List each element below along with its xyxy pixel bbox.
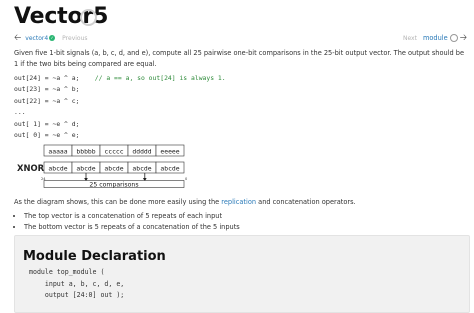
bottom-vector-label: abcde [104, 165, 123, 173]
next-problem-link[interactable]: module [423, 34, 448, 42]
top-vector-label: ddddd [132, 148, 151, 156]
code-statement: out[ 0] = ~e ^ e; [14, 131, 80, 140]
xnor-diagram: aaaaa bbbbb ccccc ddddd eeeeeXNOR abcde abcde a… [17, 144, 188, 189]
module-declaration-panel: Module Declaration module top_module ( i… [14, 235, 470, 313]
status-circle-small-icon [449, 34, 458, 42]
bottom-vector-label: abcde [76, 165, 95, 173]
bottom-vector-label: abcde [132, 165, 151, 173]
code-line: out[23] = ~a ^ b; [14, 84, 226, 95]
module-code-line: input a, b, c, d, e, [29, 279, 125, 288]
code-statement: ... [14, 108, 26, 117]
code-line: out[ 0] = ~e ^ e; [14, 130, 226, 141]
back-arrow-icon[interactable]: 🡠 [14, 30, 21, 46]
module-declaration-title: Module Declaration [23, 249, 166, 264]
output-vector-caption: 25 comparisons [89, 182, 138, 189]
explanation-before: As the diagram shows, this can be done m… [14, 198, 222, 206]
top-vector-label: bbbbb [76, 148, 95, 156]
completed-check-icon: ✓ [49, 35, 56, 41]
code-line: out[24] = ~a ^ a; // a == a, so out[24] … [14, 73, 226, 84]
forward-arrow-icon[interactable]: 🡢 [460, 30, 467, 46]
bottom-vector-label: abcde [48, 165, 67, 173]
top-vector-label: aaaaa [48, 148, 67, 156]
code-statement: out[24] = ~a ^ a; [14, 74, 80, 82]
problem-description: Given five 1-bit signals (a, b, c, d, an… [14, 49, 465, 68]
status-circle-icon [80, 9, 97, 26]
hint-item: The top vector is a concatenation of 5 r… [24, 211, 240, 222]
prev-navigation: 🡠 vector4 ✓ Previous [14, 30, 88, 46]
lsb-index-label: 0 [185, 177, 188, 181]
module-declaration-code: module top_module ( input a, b, c, d, e,… [29, 267, 124, 302]
code-example: out[24] = ~a ^ a; // a == a, so out[24] … [14, 73, 226, 141]
hint-item: The bottom vector is 5 repeats of a conc… [24, 222, 240, 233]
xnor-operator-label: XNOR [17, 163, 45, 173]
module-code-line: module top_module ( [29, 268, 105, 276]
next-label[interactable]: Next [403, 35, 417, 42]
code-line: out[22] = ~a ^ c; [14, 96, 226, 107]
hint-list: The top vector is a concatenation of 5 r… [14, 211, 240, 232]
explanation-after: and concatenation operators. [256, 198, 356, 206]
code-statement: out[22] = ~a ^ c; [14, 96, 80, 105]
code-comment: // a == a, so out[24] is always 1. [79, 74, 226, 82]
code-line: ... [14, 107, 226, 118]
code-line: out[ 1] = ~e ^ d; [14, 119, 226, 130]
code-statement: out[ 1] = ~e ^ d; [14, 119, 80, 128]
previous-label[interactable]: Previous [62, 35, 87, 42]
next-navigation: Next module 🡢 [403, 30, 467, 46]
module-code-line: output [24:0] out ); [29, 291, 125, 299]
top-vector-label: ccccc [104, 148, 123, 156]
prev-problem-link[interactable]: vector4 [25, 35, 48, 42]
top-vector-label: eeeee [160, 148, 179, 156]
code-statement: out[23] = ~a ^ b; [14, 85, 80, 94]
explanation-text: As the diagram shows, this can be done m… [14, 198, 356, 206]
bottom-vector-label: abcde [160, 165, 179, 173]
replication-link[interactable]: replication [221, 198, 256, 206]
